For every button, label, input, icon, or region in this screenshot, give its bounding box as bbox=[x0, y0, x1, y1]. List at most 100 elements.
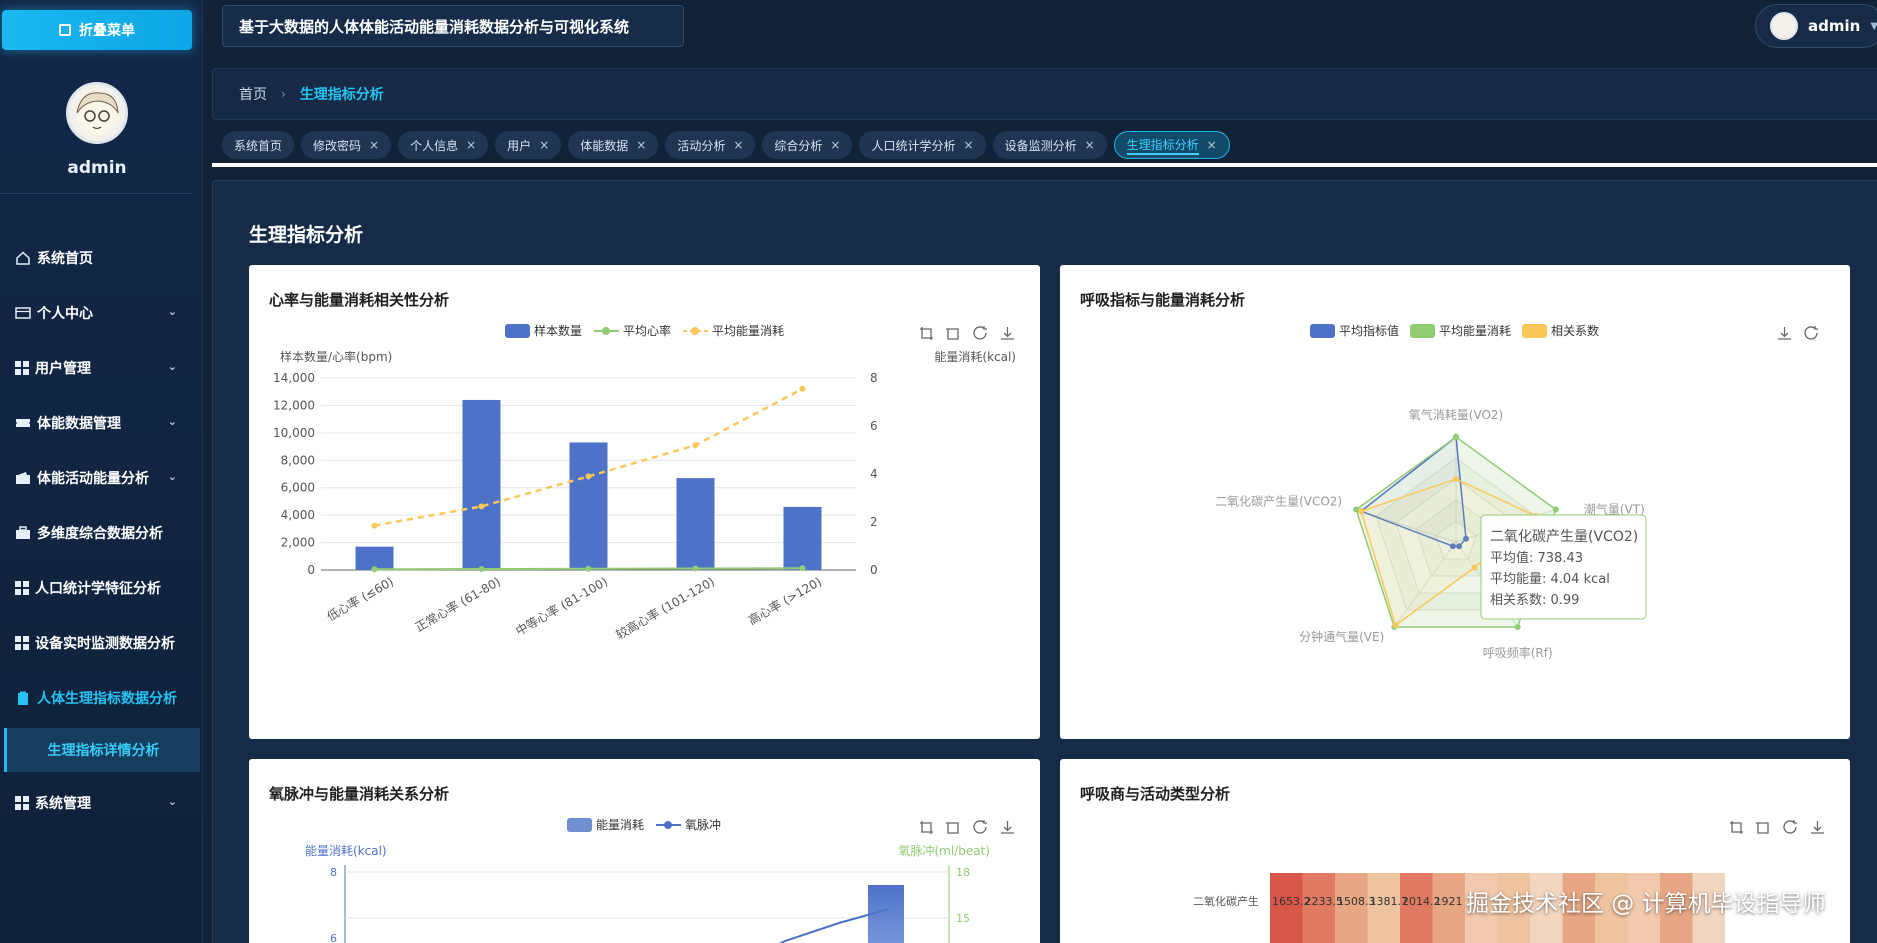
point-heart-rate[interactable] bbox=[692, 565, 699, 572]
tab-home[interactable]: 系统首页 bbox=[222, 131, 295, 159]
heatmap-cell[interactable] bbox=[1302, 873, 1336, 943]
point-energy[interactable] bbox=[585, 473, 592, 480]
heatmap-cell[interactable] bbox=[1270, 873, 1303, 943]
chevron-down-icon: ⌄ bbox=[167, 360, 177, 373]
point-energy[interactable] bbox=[799, 385, 806, 392]
radar-indicator-label: 氧气消耗量(VO2) bbox=[1409, 407, 1503, 422]
sidebar-item-energy-analysis[interactable]: 体能活动能量分析 ⌄ bbox=[0, 450, 203, 505]
tab-comprehensive-analysis[interactable]: 综合分析 × bbox=[762, 131, 853, 159]
respiration-chart-card: 呼吸指标与能量消耗分析 平均指标值 平均能量消耗 相关系数 氧气消耗量(VO2)… bbox=[1060, 265, 1850, 739]
y-tick-label-right: 0 bbox=[870, 563, 878, 577]
close-icon[interactable]: × bbox=[1207, 138, 1217, 152]
sidebar-item-label: 体能活动能量分析 bbox=[37, 470, 149, 487]
sidebar-menu: 系统首页 个人中心 ⌄ 用户管理 ⌄ 体能数据管理 ⌄ 体能活动能量分析 ⌄ 多… bbox=[0, 230, 203, 830]
sidebar-subitem-physiology-detail[interactable]: 生理指标详情分析 bbox=[4, 728, 200, 772]
tab-user[interactable]: 用户 × bbox=[495, 131, 562, 159]
point-heart-rate[interactable] bbox=[585, 565, 592, 572]
x-tick-label: 高心率 (>120) bbox=[745, 574, 824, 628]
tab-label: 用户 bbox=[507, 138, 532, 153]
sidebar-item-label: 系统管理 bbox=[35, 795, 91, 812]
sidebar-item-fitness-data[interactable]: 体能数据管理 ⌄ bbox=[0, 395, 203, 450]
heatmap-cell[interactable] bbox=[1335, 873, 1368, 943]
sidebar-item-label: 人口统计学特征分析 bbox=[35, 580, 161, 597]
collapse-icon bbox=[59, 24, 71, 36]
heatmap-cell[interactable] bbox=[1400, 873, 1433, 943]
legend-swatch-energy[interactable] bbox=[567, 818, 592, 832]
sidebar-item-system-management[interactable]: 系统管理 ⌄ bbox=[0, 775, 203, 830]
radar-point[interactable] bbox=[1392, 622, 1399, 629]
legend-swatch-avg-energy[interactable] bbox=[1410, 324, 1435, 338]
radar-point[interactable] bbox=[1358, 508, 1365, 515]
watermark: 掘金技术社区 @ 计算机毕设指导师 bbox=[1466, 891, 1826, 917]
breadcrumb-home[interactable]: 首页 bbox=[239, 84, 267, 104]
sidebar-subitem-label: 生理指标详情分析 bbox=[47, 743, 160, 759]
bar-samples[interactable] bbox=[783, 506, 822, 570]
x-tick-label: 中等心率 (81-100) bbox=[513, 574, 610, 639]
legend-swatch-samples[interactable] bbox=[505, 324, 530, 338]
radar-point[interactable] bbox=[1552, 506, 1559, 513]
sidebar-item-demographics[interactable]: 人口统计学特征分析 bbox=[0, 560, 203, 615]
radar-point[interactable] bbox=[1453, 434, 1459, 440]
sidebar-item-multidim-analysis[interactable]: 多维度综合数据分析 bbox=[0, 505, 203, 560]
y-axis-label-left: 样本数量/心率(bpm) bbox=[280, 349, 392, 364]
point-energy[interactable] bbox=[478, 503, 485, 510]
legend-swatch-correlation[interactable] bbox=[1522, 324, 1547, 338]
y-tick-label-right: 2 bbox=[870, 515, 878, 529]
bar-samples[interactable] bbox=[676, 478, 715, 570]
legend-label-energy: 平均能量消耗 bbox=[712, 324, 784, 338]
ticket-icon bbox=[16, 418, 30, 427]
legend-marker-heart-rate bbox=[602, 327, 610, 335]
y-tick-label-right: 4 bbox=[870, 467, 878, 481]
tab-physiology[interactable]: 生理指标分析 × bbox=[1113, 131, 1230, 159]
close-icon[interactable]: × bbox=[466, 138, 476, 152]
legend-swatch-avg-value[interactable] bbox=[1310, 324, 1335, 338]
y-tick-label-right: 6 bbox=[870, 419, 878, 433]
y-tick-label-right: 8 bbox=[870, 371, 878, 385]
radar-point[interactable] bbox=[1471, 564, 1478, 571]
bar-samples[interactable] bbox=[569, 442, 608, 570]
tab-personal-info[interactable]: 个人信息 × bbox=[398, 131, 489, 159]
close-icon[interactable]: × bbox=[1085, 138, 1095, 152]
close-icon[interactable]: × bbox=[733, 138, 743, 152]
sidebar-item-physiology[interactable]: 人体生理指标数据分析 bbox=[0, 670, 203, 725]
close-icon[interactable]: × bbox=[539, 138, 549, 152]
tab-device-monitoring[interactable]: 设备监测分析 × bbox=[992, 131, 1107, 159]
heatmap-cell[interactable] bbox=[1432, 873, 1466, 943]
point-energy[interactable] bbox=[692, 442, 699, 449]
caret-down-icon: ▼ bbox=[1870, 20, 1877, 32]
tab-label: 活动分析 bbox=[677, 138, 726, 153]
collapse-menu-button[interactable]: 折叠菜单 bbox=[2, 10, 192, 50]
tab-activity-analysis[interactable]: 活动分析 × bbox=[665, 131, 756, 159]
tab-demographics[interactable]: 人口统计学分析 × bbox=[859, 131, 986, 159]
y-tick-label: 12,000 bbox=[273, 398, 315, 412]
sidebar-item-label: 多维度综合数据分析 bbox=[37, 525, 163, 542]
heatmap-cell[interactable] bbox=[1367, 873, 1401, 943]
close-icon[interactable]: × bbox=[636, 138, 646, 152]
breadcrumb: 首页 › 生理指标分析 bbox=[212, 68, 1877, 120]
sidebar-item-device-monitoring[interactable]: 设备实时监测数据分析 bbox=[0, 615, 203, 670]
close-icon[interactable]: × bbox=[369, 138, 379, 152]
bar-samples[interactable] bbox=[462, 399, 501, 570]
radar-tooltip: 二氧化碳产生量(VCO2) 平均值: 738.43 平均能量: 4.04 kca… bbox=[1480, 514, 1647, 620]
tab-fitness-data[interactable]: 体能数据 × bbox=[568, 131, 659, 159]
tab-change-password[interactable]: 修改密码 × bbox=[301, 131, 392, 159]
tab-label: 修改密码 bbox=[313, 138, 362, 153]
close-icon[interactable]: × bbox=[964, 138, 974, 152]
sidebar-item-personal-center[interactable]: 个人中心 ⌄ bbox=[0, 285, 203, 340]
sidebar-username: admin bbox=[67, 158, 127, 178]
point-heart-rate[interactable] bbox=[371, 566, 378, 573]
radar-point[interactable] bbox=[1514, 623, 1521, 630]
user-menu[interactable]: admin ▼ bbox=[1755, 4, 1877, 48]
sidebar-item-home[interactable]: 系统首页 bbox=[0, 230, 203, 285]
sidebar-item-user-management[interactable]: 用户管理 ⌄ bbox=[0, 340, 203, 395]
point-energy[interactable] bbox=[371, 522, 378, 529]
tab-label: 综合分析 bbox=[774, 138, 823, 153]
close-icon[interactable]: × bbox=[830, 138, 840, 152]
point-heart-rate[interactable] bbox=[799, 565, 806, 572]
heart-rate-energy-chart: 样本数量 平均心率 平均能量消耗 样本数量/心率(bpm) 能量消耗(kcal)… bbox=[273, 323, 1016, 642]
radar-point[interactable] bbox=[1453, 476, 1459, 482]
tab-bar: 系统首页 修改密码 × 个人信息 × 用户 × 体能数据 × 活动分析 × 综合分析 × 人… bbox=[212, 128, 1877, 162]
tooltip-line-correlation: 相关系数: 0.99 bbox=[1490, 593, 1579, 608]
briefcase-icon bbox=[16, 525, 30, 539]
point-heart-rate[interactable] bbox=[478, 566, 485, 573]
